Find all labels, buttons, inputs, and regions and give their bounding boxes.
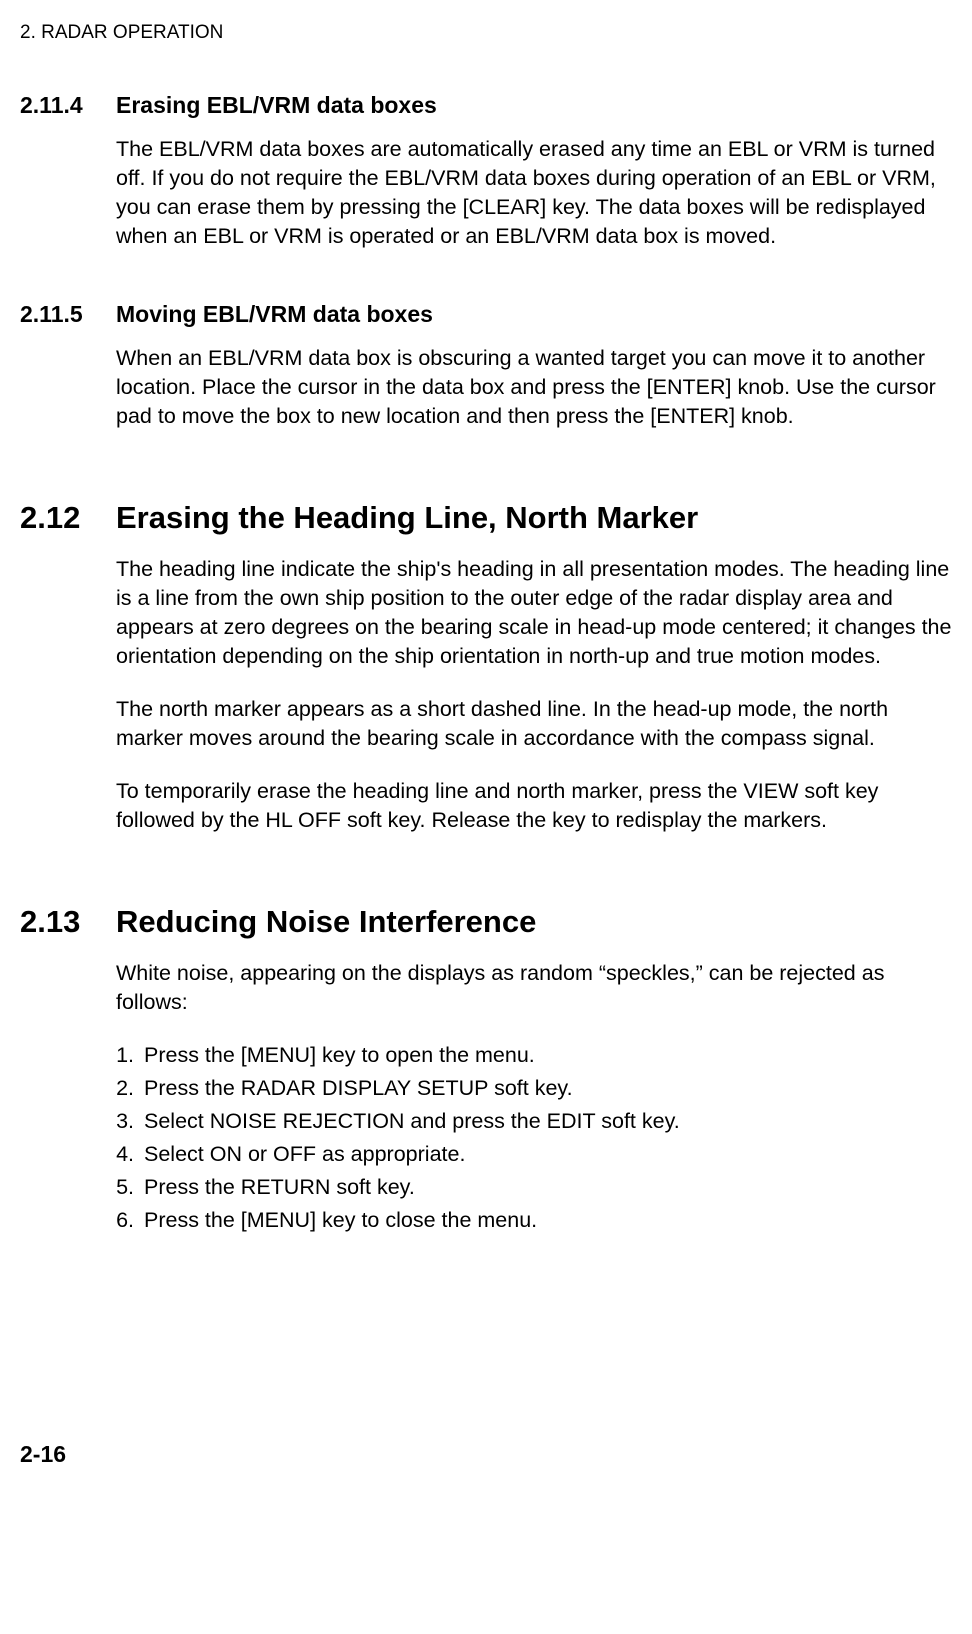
list-item: Select ON or OFF as appropriate. xyxy=(140,1140,960,1169)
page-number: 2-16 xyxy=(20,1439,960,1470)
list-item: Select NOISE REJECTION and press the EDI… xyxy=(140,1107,960,1136)
section-2-11-5: 2.11.5 Moving EBL/VRM data boxes When an… xyxy=(20,299,960,455)
section-2-12: 2.12 Erasing the Heading Line, North Mar… xyxy=(20,497,960,859)
paragraph: When an EBL/VRM data box is obscuring a … xyxy=(116,344,960,431)
steps-list: Press the [MENU] key to open the menu. P… xyxy=(116,1041,960,1235)
section-number: 2.12 xyxy=(20,497,116,859)
paragraph: The heading line indicate the ship's hea… xyxy=(116,555,960,671)
paragraph: The north marker appears as a short dash… xyxy=(116,695,960,753)
section-2-13: 2.13 Reducing Noise Interference White n… xyxy=(20,901,960,1239)
list-item: Press the [MENU] key to open the menu. xyxy=(140,1041,960,1070)
chapter-header: 2. RADAR OPERATION xyxy=(20,20,960,46)
list-item: Press the RADAR DISPLAY SETUP soft key. xyxy=(140,1074,960,1103)
section-title: Reducing Noise Interference xyxy=(116,901,960,943)
list-item: Press the RETURN soft key. xyxy=(140,1173,960,1202)
section-title: Erasing the Heading Line, North Marker xyxy=(116,497,960,539)
paragraph: To temporarily erase the heading line an… xyxy=(116,777,960,835)
section-2-11-4: 2.11.4 Erasing EBL/VRM data boxes The EB… xyxy=(20,90,960,275)
list-item: Press the [MENU] key to close the menu. xyxy=(140,1206,960,1235)
paragraph: White noise, appearing on the displays a… xyxy=(116,959,960,1017)
section-number: 2.13 xyxy=(20,901,116,1239)
paragraph: The EBL/VRM data boxes are automatically… xyxy=(116,135,960,251)
section-number: 2.11.4 xyxy=(20,90,116,261)
section-title: Erasing EBL/VRM data boxes xyxy=(116,90,960,121)
section-title: Moving EBL/VRM data boxes xyxy=(116,299,960,330)
section-number: 2.11.5 xyxy=(20,299,116,441)
